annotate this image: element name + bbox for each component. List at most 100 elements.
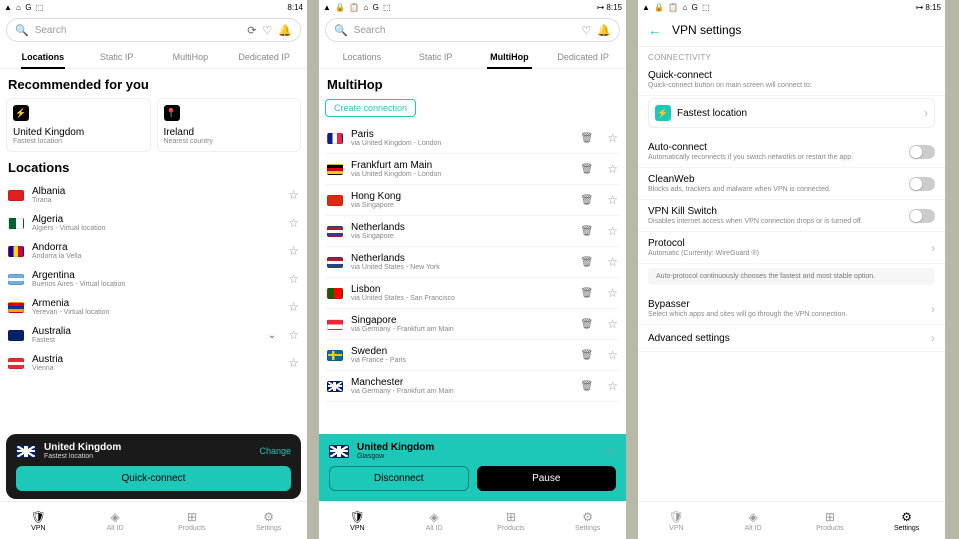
multihop-row[interactable]: Hong Kongvia Singapore 🗑 ☆ <box>325 185 620 216</box>
trash-icon[interactable]: 🗑 <box>581 226 594 237</box>
advanced-row[interactable]: Advanced settings › <box>638 325 945 352</box>
flag-icon <box>8 330 24 341</box>
killswitch-row[interactable]: VPN Kill Switch Disables internet access… <box>638 200 945 232</box>
tab-multihop[interactable]: MultiHop <box>473 46 547 68</box>
search-bar[interactable]: 🔍 Search ♡ 🔔 <box>325 18 620 42</box>
location-row[interactable]: AustriaVienna ☆ <box>6 349 301 377</box>
multihop-row[interactable]: Netherlandsvia Singapore 🗑 ☆ <box>325 216 620 247</box>
quick-connect-row[interactable]: Quick-connect Quick-connect button on ma… <box>638 64 945 96</box>
search-bar[interactable]: 🔍 Search ⟳ ♡ 🔔 <box>6 18 301 42</box>
star-icon[interactable]: ☆ <box>607 224 618 238</box>
star-icon[interactable]: ☆ <box>607 131 618 145</box>
star-icon[interactable]: ☆ <box>288 272 299 286</box>
killswitch-toggle[interactable] <box>909 209 935 223</box>
star-icon[interactable]: ☆ <box>607 255 618 269</box>
heart-icon[interactable]: ♡ <box>262 24 272 37</box>
cleanweb-row[interactable]: CleanWeb Blocks ads, trackers and malwar… <box>638 168 945 200</box>
trash-icon[interactable]: 🗑 <box>581 257 594 268</box>
nav-altid[interactable]: ◈Alt ID <box>715 502 792 539</box>
rec-card-uk[interactable]: ⚡ United Kingdom Fastest location <box>6 98 151 152</box>
auto-connect-toggle[interactable] <box>909 145 935 159</box>
star-icon[interactable]: ☆ <box>288 356 299 370</box>
bell-icon[interactable]: 🔔 <box>278 24 292 37</box>
star-icon[interactable]: ☆ <box>288 300 299 314</box>
trash-icon[interactable]: 🗑 <box>581 288 594 299</box>
star-icon[interactable]: ☆ <box>607 193 618 207</box>
protocol-note: Auto-protocol continuously chooses the f… <box>648 268 935 285</box>
star-icon[interactable]: ☆ <box>288 216 299 230</box>
location-row[interactable]: AndorraAndorra la Vella ☆ <box>6 237 301 265</box>
trash-icon[interactable]: 🗑 <box>581 381 594 392</box>
auto-connect-row[interactable]: Auto-connect Automatically reconnects if… <box>638 136 945 168</box>
multihop-row[interactable]: Parisvia United Kingdom - London 🗑 ☆ <box>325 123 620 154</box>
star-icon[interactable]: ☆ <box>607 348 618 362</box>
pause-button[interactable]: Pause <box>477 466 617 491</box>
flag-icon <box>327 164 343 175</box>
star-icon[interactable]: ☆ <box>288 244 299 258</box>
trash-icon[interactable]: 🗑 <box>581 350 594 361</box>
nav-altid[interactable]: ◈Alt ID <box>396 502 473 539</box>
tab-static-ip[interactable]: Static IP <box>399 46 473 68</box>
trash-icon[interactable]: 🗑 <box>581 133 594 144</box>
quick-connect-button[interactable]: Quick-connect <box>16 466 291 491</box>
cleanweb-toggle[interactable] <box>909 177 935 191</box>
nav-vpn[interactable]: 🛡VPN <box>638 502 715 539</box>
star-icon[interactable]: ☆ <box>288 188 299 202</box>
star-icon[interactable]: ☆ <box>607 286 618 300</box>
nav-vpn[interactable]: 🛡VPN <box>319 502 396 539</box>
shield-icon: 🛡 <box>31 510 46 524</box>
nav-settings[interactable]: ⚙Settings <box>549 502 626 539</box>
status-left-icons: ▲ 🔒 📋 ⌂ G ⬚ <box>642 3 711 12</box>
app-bar: ← VPN settings <box>638 14 945 47</box>
locations-heading: Locations <box>8 160 299 175</box>
nav-products[interactable]: ⊞Products <box>154 502 231 539</box>
tab-locations[interactable]: Locations <box>325 46 399 68</box>
location-row[interactable]: AlgeriaAlgiers - Virtual location ☆ <box>6 209 301 237</box>
tab-dedicated-ip[interactable]: Dedicated IP <box>546 46 620 68</box>
tab-dedicated-ip[interactable]: Dedicated IP <box>227 46 301 68</box>
star-icon[interactable]: ☆ <box>605 444 616 458</box>
bypasser-row[interactable]: Bypasser Select which apps and sites wil… <box>638 293 945 325</box>
star-icon[interactable]: ☆ <box>607 162 618 176</box>
heart-icon[interactable]: ♡ <box>581 24 591 37</box>
multihop-row[interactable]: Frankfurt am Mainvia United Kingdom - Lo… <box>325 154 620 185</box>
disconnect-button[interactable]: Disconnect <box>329 466 469 491</box>
nav-settings[interactable]: ⚙Settings <box>868 502 945 539</box>
location-row[interactable]: ArmeniaYerevan - Virtual location ☆ <box>6 293 301 321</box>
tab-static-ip[interactable]: Static IP <box>80 46 154 68</box>
tab-locations[interactable]: Locations <box>6 46 80 68</box>
create-connection-button[interactable]: Create connection <box>325 99 416 117</box>
star-icon[interactable]: ☆ <box>288 328 299 342</box>
nav-altid[interactable]: ◈Alt ID <box>77 502 154 539</box>
back-icon[interactable]: ← <box>648 22 662 38</box>
star-icon[interactable]: ☆ <box>607 317 618 331</box>
multihop-row[interactable]: Singaporevia Germany - Frankfurt am Main… <box>325 309 620 340</box>
multihop-row[interactable]: Lisbonvia United States - San Francisco … <box>325 278 620 309</box>
section-label: Connectivity <box>638 47 945 64</box>
trash-icon[interactable]: 🗑 <box>581 195 594 206</box>
refresh-icon[interactable]: ⟳ <box>247 24 256 37</box>
star-icon[interactable]: ☆ <box>607 379 618 393</box>
nav-products[interactable]: ⊞Products <box>792 502 869 539</box>
search-icon: 🔍 <box>334 24 348 37</box>
location-row[interactable]: AlbaniaTirana ☆ <box>6 181 301 209</box>
tab-multihop[interactable]: MultiHop <box>154 46 228 68</box>
flag-icon <box>327 288 343 299</box>
bell-icon[interactable]: 🔔 <box>597 24 611 37</box>
chevron-down-icon[interactable]: ⌄ <box>268 330 276 341</box>
nav-products[interactable]: ⊞Products <box>473 502 550 539</box>
change-button[interactable]: Change <box>259 446 291 456</box>
multihop-row[interactable]: Netherlandsvia United States - New York … <box>325 247 620 278</box>
trash-icon[interactable]: 🗑 <box>581 319 594 330</box>
location-row[interactable]: ArgentinaBuenos Aires - Virtual location… <box>6 265 301 293</box>
multihop-row[interactable]: Manchestervia Germany - Frankfurt am Mai… <box>325 371 620 402</box>
diamond-icon: ◈ <box>111 510 120 524</box>
fastest-location-row[interactable]: ⚡ Fastest location › <box>648 98 935 128</box>
multihop-row[interactable]: Swedenvia France - Paris 🗑 ☆ <box>325 340 620 371</box>
trash-icon[interactable]: 🗑 <box>581 164 594 175</box>
rec-card-ireland[interactable]: 📍 Ireland Nearest country <box>157 98 302 152</box>
nav-vpn[interactable]: 🛡VPN <box>0 502 77 539</box>
protocol-row[interactable]: Protocol Automatic (Currently: WireGuard… <box>638 232 945 264</box>
nav-settings[interactable]: ⚙Settings <box>230 502 307 539</box>
location-row[interactable]: AustraliaFastest ⌄ ☆ <box>6 321 301 349</box>
